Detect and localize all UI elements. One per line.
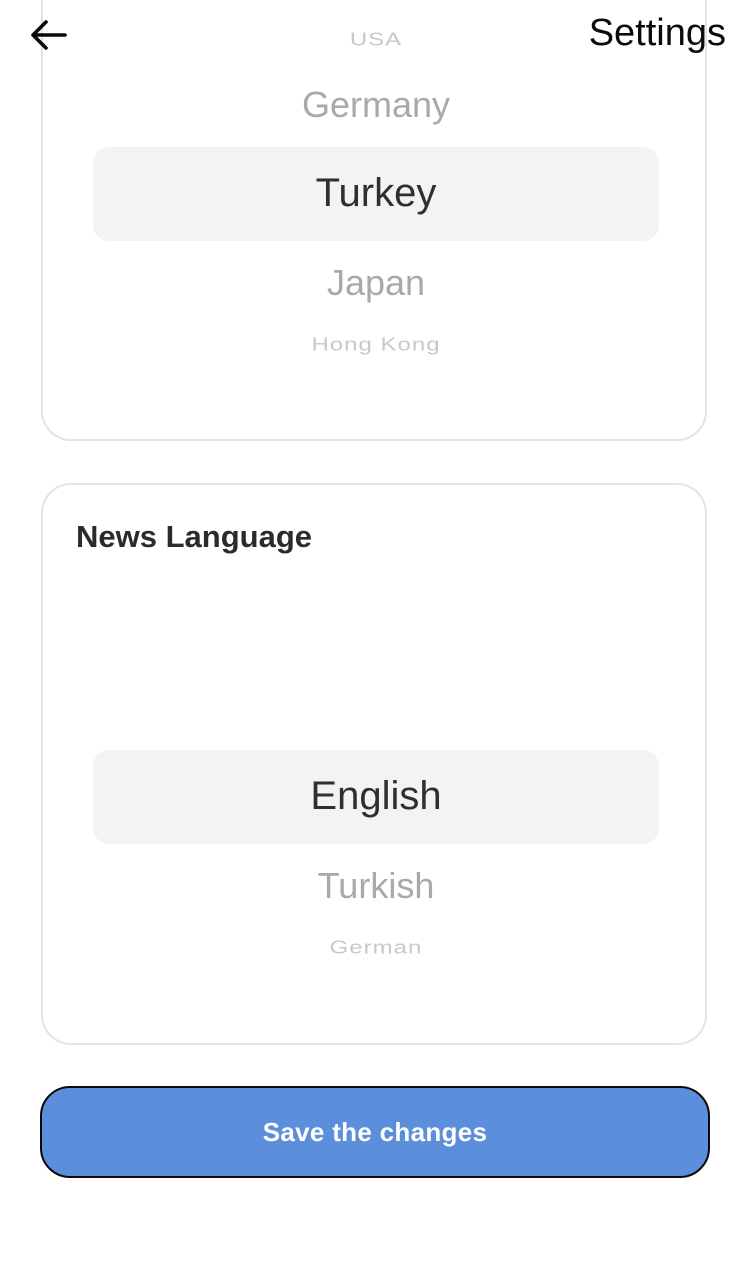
save-changes-button[interactable]: Save the changes: [40, 1086, 710, 1178]
arrow-left-icon: [28, 19, 68, 54]
back-button[interactable]: [22, 12, 74, 60]
news-language-title: News Language: [76, 519, 312, 554]
country-option-hong-kong[interactable]: Hong Kong: [93, 335, 659, 356]
country-option-usa[interactable]: USA: [93, 30, 659, 51]
news-language-card: News Language English Turkish German: [41, 483, 707, 1045]
language-option-selected[interactable]: English: [93, 774, 659, 819]
settings-screen: ​ USA Germany Turkey Japan Hong Kong Set…: [0, 0, 750, 1286]
country-card: ​ USA Germany Turkey Japan Hong Kong: [41, 0, 707, 441]
country-option-japan[interactable]: Japan: [93, 262, 659, 304]
language-option-turkish[interactable]: Turkish: [93, 865, 659, 907]
language-option-german[interactable]: German: [93, 938, 659, 959]
country-option-germany[interactable]: Germany: [93, 84, 659, 126]
country-option-selected[interactable]: Turkey: [93, 171, 659, 216]
page-title: Settings: [588, 12, 726, 54]
